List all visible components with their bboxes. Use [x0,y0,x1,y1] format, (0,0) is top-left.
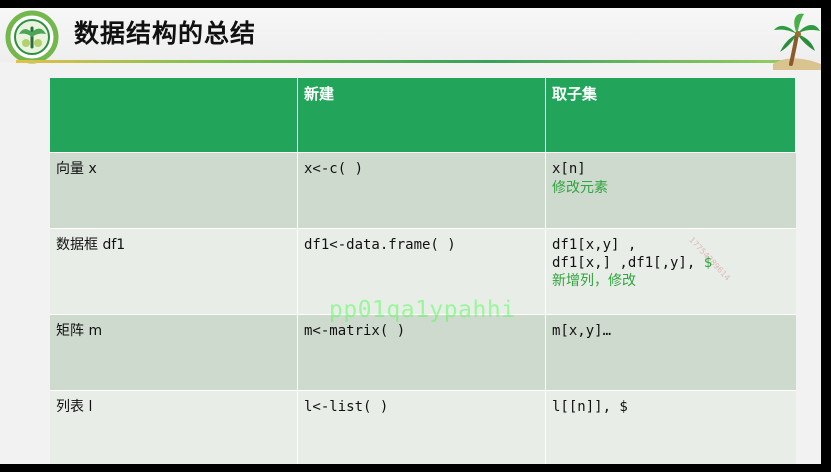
table-header-cell-create: 新建 [298,78,546,153]
table-code-dataframe-subset-line-2: df1[x,] ,df1[,y], $ [552,254,790,272]
table-code-list-subset: l[[n]], $ [552,399,628,415]
logo-icon [5,10,59,64]
table-code-matrix-subset: m[x,y]… [552,323,612,339]
table-note-dataframe-subset: 新增列，修改 [552,273,636,289]
table-cell-vector-subset: x[n] 修改元素 [546,153,796,229]
table-text-matrix-type: 矩阵 m [56,323,103,339]
table-cell-vector-create: x<-c( ) [298,153,546,229]
table-text-list-type: 列表 l [56,399,93,415]
table-cell-matrix-type: 矩阵 m [50,315,298,391]
table-cell-matrix-create: m<-matrix( ) [298,315,546,391]
table-cell-matrix-subset: m[x,y]… [546,315,796,391]
table-cell-dataframe-create: df1<-data.frame( ) [298,229,546,315]
table-cell-list-subset: l[[n]], $ [546,391,796,464]
table-code-dataframe-create: df1<-data.frame( ) [304,237,456,253]
table-code-vector-create: x<-c( ) [304,161,364,177]
table-header-cell-type [50,78,298,153]
dollar-symbol: $ [703,255,713,271]
table-cell-dataframe-type: 数据框 df1 [50,229,298,315]
table-cell-vector-type: 向量 x [50,153,298,229]
palm-tree-icon [773,13,821,70]
table-code-matrix-create: m<-matrix( ) [304,323,406,339]
table-header-cell-subset: 取子集 [546,78,796,153]
table-header-label-subset: 取子集 [552,85,598,103]
table-code-vector-subset: x[n] [552,161,586,177]
slide-title: 数据结构的总结 [74,19,257,48]
slide: 数据结构的总结 新建 取子集 向量 x x<-c() x[n] 修改元素 数据… [0,8,821,464]
title-underline [16,60,804,63]
table-cell-list-create: l<-list( ) [298,391,546,464]
presentation-screen: 数据结构的总结 新建 取子集 向量 x x<-c() x[n] 修改元素 数据… [0,0,831,472]
table-text-vector-type: 向量 x [56,161,97,177]
table-header-label-create: 新建 [304,85,335,103]
table-text-dataframe-type: 数据框 df1 [56,237,126,253]
table-code-dataframe-subset-main: df1[x,] ,df1[,y], [552,255,696,271]
table-code-list-create: l<-list( ) [304,399,389,415]
table-cell-list-type: 列表 l [50,391,298,464]
data-structure-summary-table: 新建 取子集 向量 x x<-c( ) x[n] 修改元素 数据框 df1 df… [50,78,796,464]
table-cell-dataframe-subset: df1[x,y] , df1[x,] ,df1[,y], $ 新增列，修改 [546,229,796,315]
table-note-vector-subset: 修改元素 [552,180,608,196]
table-code-dataframe-subset-line-1: df1[x,y] , [552,237,637,253]
